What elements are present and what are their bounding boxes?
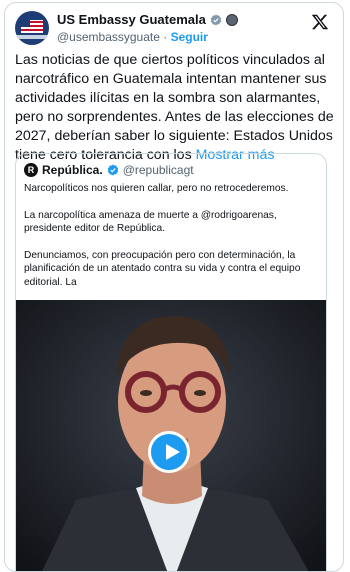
- video-thumbnail[interactable]: [16, 300, 326, 571]
- separator-dot: ·: [163, 30, 168, 44]
- quoted-text: Narcopolíticos nos quieren callar, pero …: [24, 182, 320, 302]
- follow-button[interactable]: Seguir: [171, 30, 208, 44]
- verified-badge-icon: [107, 164, 118, 176]
- quoted-tweet[interactable]: R República. @republicagt Narcopolíticos…: [15, 153, 327, 571]
- play-button[interactable]: [148, 431, 190, 473]
- tweet-body: Las noticias de que ciertos políticos vi…: [15, 52, 334, 163]
- author-handle[interactable]: @usembassyguate: [57, 30, 160, 44]
- quoted-header: R República. @republicagt: [24, 163, 194, 177]
- quoted-avatar[interactable]: R: [24, 163, 38, 177]
- tweet-text: Las noticias de que ciertos políticos vi…: [15, 51, 337, 165]
- tweet-card: US Embassy Guatemala @usembassyguate · S…: [4, 2, 344, 572]
- quoted-paragraph: La narcopolítica amenaza de muerte a @ro…: [24, 209, 277, 235]
- x-logo-icon[interactable]: [311, 13, 329, 31]
- author-sub-row: @usembassyguate · Seguir: [57, 30, 208, 44]
- quoted-paragraph: Narcopolíticos nos quieren callar, pero …: [24, 183, 289, 194]
- quoted-paragraph: Denunciamos, con preocupación pero con d…: [24, 249, 301, 288]
- avatar-caption: [15, 35, 49, 39]
- us-flag-icon: [21, 20, 43, 33]
- author-name[interactable]: US Embassy Guatemala: [57, 12, 206, 27]
- quoted-handle[interactable]: @republicagt: [123, 163, 194, 177]
- verified-badge-icon: [210, 14, 222, 25]
- quoted-author-name[interactable]: República.: [42, 163, 103, 177]
- avatar[interactable]: [15, 11, 49, 45]
- government-seal-icon: [225, 13, 238, 26]
- author-name-row: US Embassy Guatemala: [57, 12, 238, 27]
